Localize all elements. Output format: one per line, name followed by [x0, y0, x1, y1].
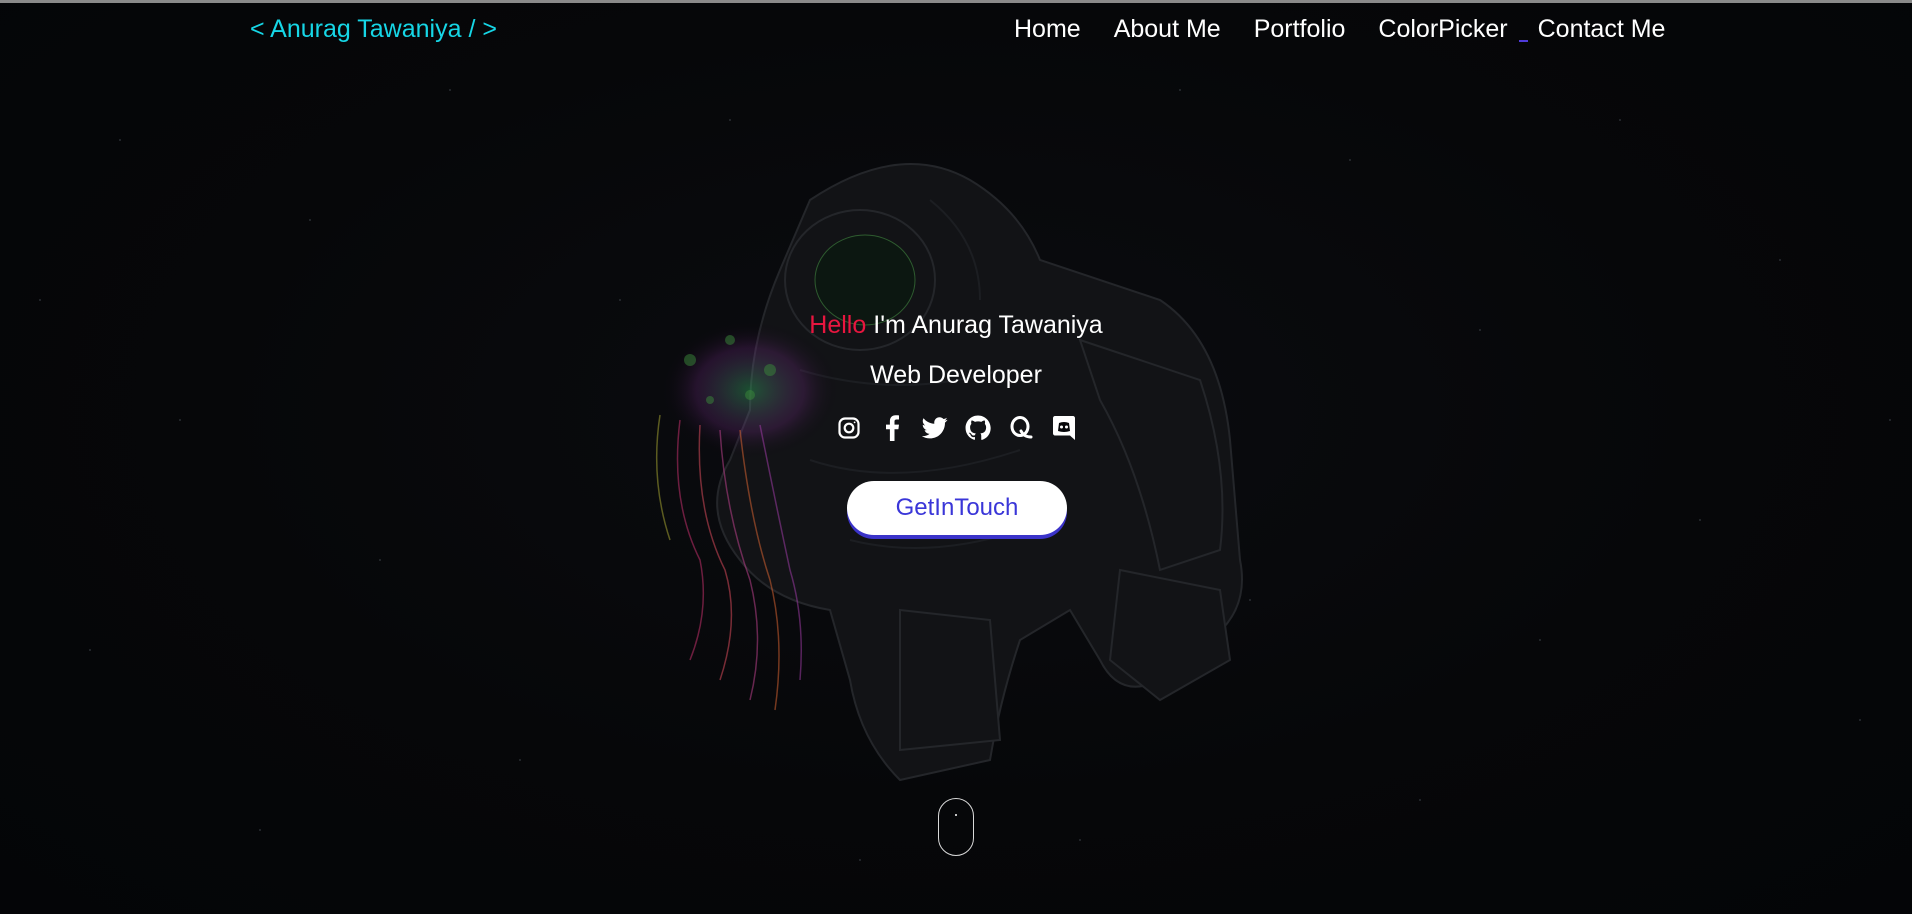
page: < Anurag Tawaniya / > Home About Me Port… [0, 0, 1912, 914]
nav-active-indicator [1518, 39, 1528, 42]
nav-link-contact-me[interactable]: Contact Me [1538, 15, 1666, 44]
nav-link-colorpicker[interactable]: ColorPicker [1378, 15, 1507, 44]
hero-section: Hello I'm Anurag Tawaniya Web Developer [0, 308, 1912, 444]
astronaut-illustration [655, 163, 1243, 782]
quora-icon[interactable] [1006, 412, 1036, 444]
intro-text: I'm Anurag Tawaniya [873, 311, 1103, 339]
get-in-touch-button[interactable]: GetInTouch [847, 481, 1067, 535]
hero-role: Web Developer [870, 361, 1042, 389]
nav-link-portfolio[interactable]: Portfolio [1254, 15, 1346, 44]
instagram-icon[interactable] [834, 412, 864, 444]
nav-link-home[interactable]: Home [1014, 15, 1081, 44]
twitter-icon[interactable] [920, 412, 950, 444]
facebook-icon[interactable] [877, 412, 907, 444]
hero-greeting: Hello I'm Anurag Tawaniya [0, 308, 1912, 342]
scroll-wheel-dot [955, 814, 957, 816]
scroll-down-indicator[interactable] [938, 798, 974, 856]
github-icon[interactable] [963, 412, 993, 444]
hello-word: Hello [809, 311, 867, 339]
brand-logo-link[interactable]: < Anurag Tawaniya / > [250, 15, 497, 44]
main-nav: Home About Me Portfolio ColorPicker Cont… [1014, 15, 1665, 44]
nav-link-about-me[interactable]: About Me [1114, 15, 1221, 44]
social-links [0, 412, 1912, 444]
discord-icon[interactable] [1049, 412, 1079, 444]
